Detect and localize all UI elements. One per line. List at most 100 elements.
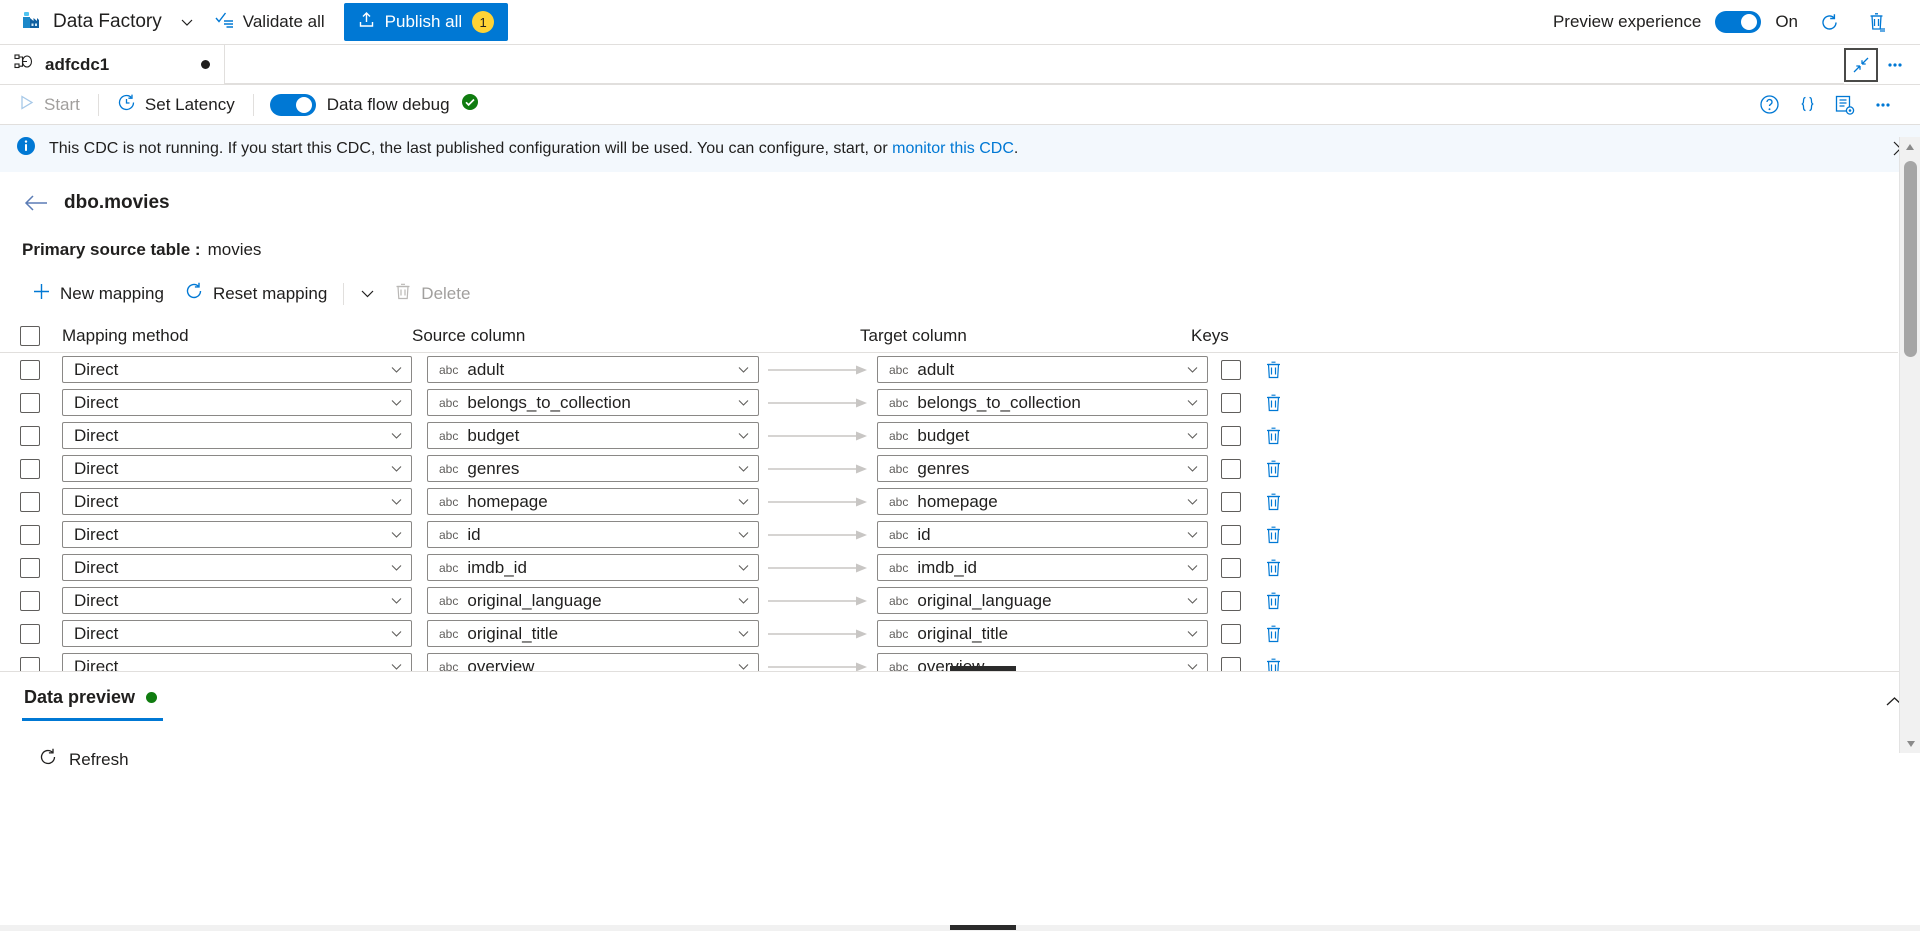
vertical-scroll-thumb[interactable]: [1904, 161, 1917, 357]
table-row: Direct abc belongs_to_collection abc belongs…: [0, 386, 1920, 419]
monitor-cdc-link[interactable]: monitor this CDC: [892, 140, 1014, 157]
preview-experience-toggle[interactable]: [1715, 11, 1762, 33]
delete-mapping-button[interactable]: Delete: [384, 277, 480, 310]
divider: [343, 282, 345, 305]
source-column-dropdown[interactable]: abc original_title: [427, 620, 759, 647]
page-header: dbo.movies: [0, 172, 1920, 226]
mapping-method-dropdown[interactable]: Direct: [62, 356, 412, 383]
tab-strip-ellipsis-icon[interactable]: [1878, 48, 1912, 82]
mapping-method-dropdown[interactable]: Direct: [62, 521, 412, 548]
row-select-checkbox[interactable]: [20, 458, 40, 479]
target-column-dropdown[interactable]: abc belongs_to_collection: [877, 389, 1208, 416]
row-select-checkbox[interactable]: [20, 524, 40, 545]
source-column-value: belongs_to_collection: [467, 392, 631, 412]
key-checkbox[interactable]: [1221, 524, 1241, 545]
source-column-value: id: [467, 524, 481, 544]
target-column-dropdown[interactable]: abc original_language: [877, 587, 1208, 614]
key-checkbox[interactable]: [1221, 458, 1241, 479]
target-column-value: homepage: [917, 491, 998, 511]
tab-strip-actions: [1844, 45, 1920, 84]
start-label: Start: [44, 94, 80, 114]
target-column-dropdown[interactable]: abc id: [877, 521, 1208, 548]
row-select-checkbox[interactable]: [20, 491, 40, 512]
target-column-dropdown[interactable]: abc original_title: [877, 620, 1208, 647]
key-checkbox[interactable]: [1221, 623, 1241, 644]
key-checkbox[interactable]: [1221, 590, 1241, 611]
curly-braces-icon[interactable]: [1790, 88, 1824, 122]
delete-row-trash-icon[interactable]: [1260, 393, 1286, 412]
tab-adfcdc1[interactable]: adfcdc1: [0, 45, 225, 84]
delete-row-trash-icon[interactable]: [1260, 525, 1286, 544]
target-column-dropdown[interactable]: abc homepage: [877, 488, 1208, 515]
properties-list-icon[interactable]: [1828, 88, 1862, 122]
row-select-checkbox[interactable]: [20, 359, 40, 380]
mapping-method-dropdown[interactable]: Direct: [62, 488, 412, 515]
start-button[interactable]: Start: [6, 89, 92, 121]
key-checkbox[interactable]: [1221, 425, 1241, 446]
target-column-dropdown[interactable]: abc genres: [877, 455, 1208, 482]
delete-row-trash-icon[interactable]: [1260, 360, 1286, 379]
row-select-checkbox[interactable]: [20, 557, 40, 578]
header-mapping-method: Mapping method: [62, 325, 189, 345]
publish-all-button[interactable]: Publish all 1: [343, 3, 509, 41]
row-select-checkbox[interactable]: [20, 590, 40, 611]
table-row: Direct abc homepage abc homepage: [0, 485, 1920, 518]
target-column-dropdown[interactable]: abc imdb_id: [877, 554, 1208, 581]
delete-row-trash-icon[interactable]: [1260, 558, 1286, 577]
row-select-checkbox[interactable]: [20, 392, 40, 413]
mapping-method-dropdown[interactable]: Direct: [62, 389, 412, 416]
delete-row-trash-icon[interactable]: [1260, 459, 1286, 478]
scroll-down-arrow-icon[interactable]: [1900, 734, 1920, 753]
row-select-checkbox[interactable]: [20, 623, 40, 644]
refresh-icon[interactable]: [1812, 5, 1846, 39]
back-arrow-icon[interactable]: [24, 194, 48, 212]
horizontal-scroll-thumb[interactable]: [950, 925, 1016, 930]
page-vertical-scrollbar[interactable]: [1899, 137, 1920, 753]
page-horizontal-scrollbar[interactable]: [0, 925, 1920, 931]
reset-mapping-button[interactable]: Reset mapping: [174, 276, 337, 311]
mapping-arrow-icon: [759, 496, 877, 508]
delete-row-trash-icon[interactable]: [1260, 492, 1286, 511]
select-all-checkbox[interactable]: [20, 325, 40, 346]
mapping-method-dropdown[interactable]: Direct: [62, 587, 412, 614]
source-column-dropdown[interactable]: abc genres: [427, 455, 759, 482]
key-checkbox[interactable]: [1221, 359, 1241, 380]
key-checkbox[interactable]: [1221, 491, 1241, 512]
source-column-dropdown[interactable]: abc id: [427, 521, 759, 548]
target-column-dropdown[interactable]: abc adult: [877, 356, 1208, 383]
set-latency-button[interactable]: Set Latency: [105, 88, 247, 122]
mapping-method-dropdown[interactable]: Direct: [62, 455, 412, 482]
source-column-dropdown[interactable]: abc budget: [427, 422, 759, 449]
scroll-up-arrow-icon[interactable]: [1900, 137, 1920, 156]
source-column-dropdown[interactable]: abc original_language: [427, 587, 759, 614]
data-flow-debug-toggle[interactable]: [269, 93, 316, 116]
key-checkbox[interactable]: [1221, 557, 1241, 578]
row-select-checkbox[interactable]: [20, 425, 40, 446]
delete-row-trash-icon[interactable]: [1260, 624, 1286, 643]
mapping-chevron-down-icon[interactable]: [350, 277, 384, 311]
source-type-badge: abc: [439, 626, 459, 641]
source-column-dropdown[interactable]: abc belongs_to_collection: [427, 389, 759, 416]
validate-all-button[interactable]: Validate all: [204, 4, 336, 40]
source-column-dropdown[interactable]: abc adult: [427, 356, 759, 383]
data-preview-refresh-button[interactable]: Refresh: [30, 743, 137, 776]
tab-data-preview[interactable]: Data preview: [22, 687, 164, 721]
source-type-badge: abc: [439, 428, 459, 443]
mapping-method-dropdown[interactable]: Direct: [62, 620, 412, 647]
mapping-method-dropdown[interactable]: Direct: [62, 422, 412, 449]
source-column-dropdown[interactable]: abc imdb_id: [427, 554, 759, 581]
key-checkbox[interactable]: [1221, 392, 1241, 413]
delete-document-icon[interactable]: [1860, 5, 1894, 39]
question-circle-icon[interactable]: [1752, 88, 1786, 122]
mapping-toolbar: New mapping Reset mapping Delete: [0, 260, 1920, 319]
source-column-dropdown[interactable]: abc homepage: [427, 488, 759, 515]
delete-row-trash-icon[interactable]: [1260, 426, 1286, 445]
brand-chevron-down-icon[interactable]: [170, 5, 204, 39]
delete-row-trash-icon[interactable]: [1260, 591, 1286, 610]
cdc-command-bar-ellipsis-icon[interactable]: [1866, 88, 1900, 122]
new-mapping-button[interactable]: New mapping: [22, 277, 174, 311]
mapping-method-dropdown[interactable]: Direct: [62, 554, 412, 581]
source-column-value: original_language: [467, 590, 602, 610]
collapse-diagonal-icon[interactable]: [1844, 47, 1878, 82]
target-column-dropdown[interactable]: abc budget: [877, 422, 1208, 449]
